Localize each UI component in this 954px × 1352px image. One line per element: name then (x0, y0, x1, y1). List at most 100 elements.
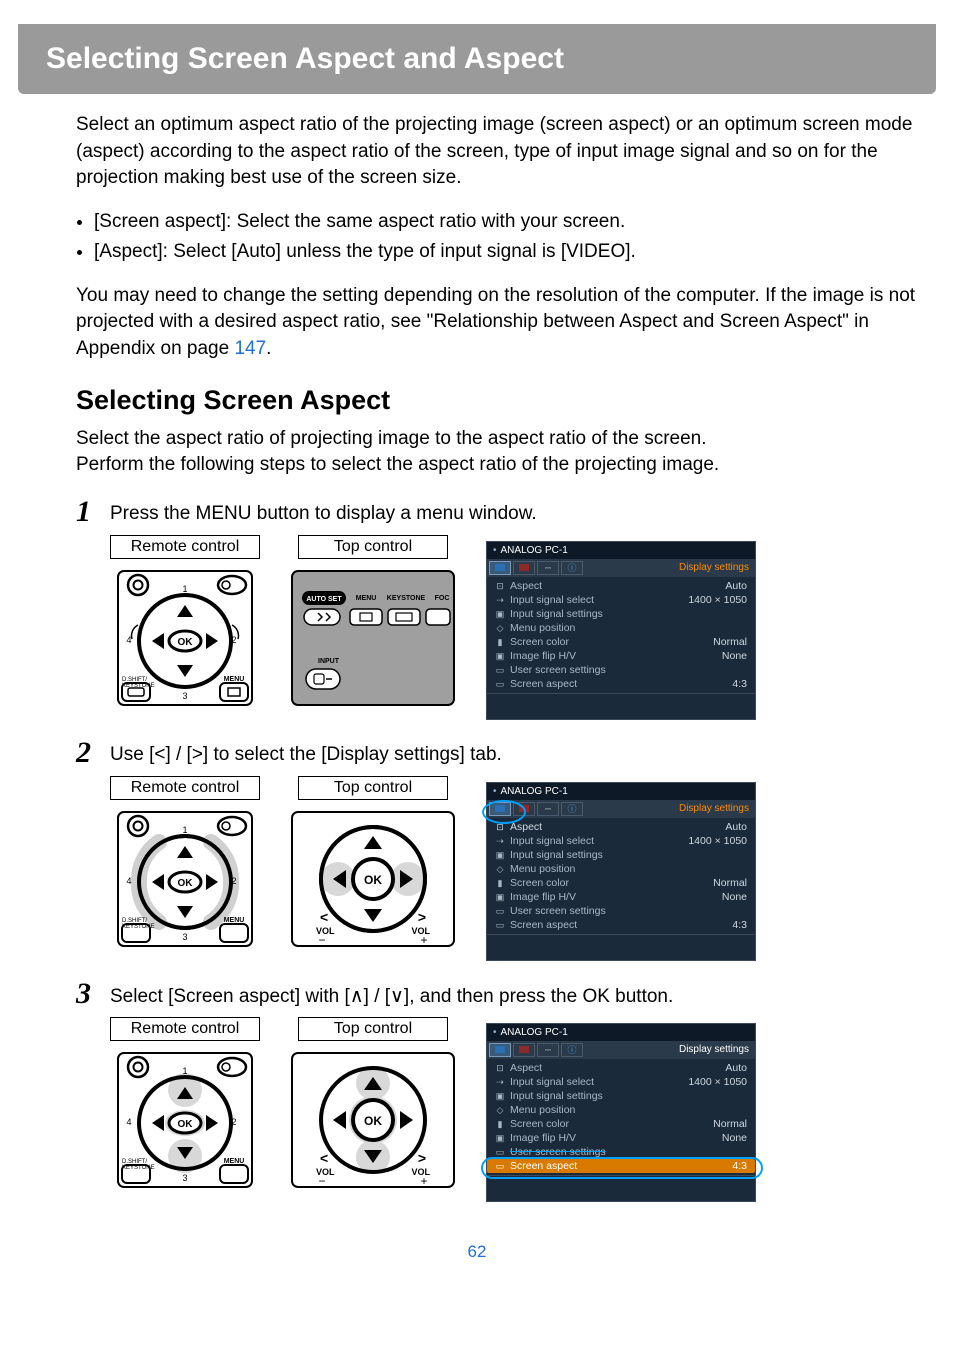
osd-item: ▮Screen colorNormal (487, 635, 755, 649)
svg-text:OK: OK (178, 1119, 194, 1130)
osd-tab-2 (513, 561, 535, 575)
osd-tab-3: ⎓ (537, 561, 559, 575)
svg-text:3: 3 (182, 1173, 187, 1183)
remote-control-block: Remote control OK 1 2 3 4 D.SHIFT/ (110, 535, 260, 713)
menu-screenshot-1: • ANALOG PC-1 ⎓ ⓘ Display settings ⊡Aspe… (486, 535, 756, 720)
step-1: 1 Press the MENU button to display a men… (76, 497, 918, 527)
svg-text:+: + (420, 933, 427, 947)
top-label: Top control (298, 535, 448, 559)
osd-tab-2 (513, 1043, 535, 1057)
svg-text:>: > (418, 909, 426, 925)
osd-tab-row: ⎓ ⓘ Display settings (487, 800, 755, 818)
svg-text:2: 2 (231, 1117, 236, 1127)
osd-item: ▣Input signal settings (487, 607, 755, 621)
osd-item: ◇Menu position (487, 862, 755, 876)
svg-text:3: 3 (182, 691, 187, 701)
svg-text:INPUT: INPUT (318, 658, 340, 665)
svg-text:>: > (418, 1150, 426, 1166)
osd-tab-4: ⓘ (561, 802, 583, 816)
remote-control-lr-icon: OK 1 2 3 4 D.SHIFT/ KEYSTONE MENU (110, 804, 260, 954)
osd-header: • ANALOG PC-1 (487, 783, 755, 800)
osd-tab-1 (489, 802, 511, 816)
paragraph-appendix: You may need to change the setting depen… (76, 283, 918, 363)
osd-item: ▭User screen settings (487, 663, 755, 677)
bullet-list: [Screen aspect]: Select the same aspect … (94, 208, 918, 267)
svg-text:−: − (318, 1174, 325, 1188)
bullet-rest: : Select the same aspect ratio with your… (226, 211, 625, 232)
top-control-block: Top control OK VOL − VOL + < > (288, 1017, 458, 1195)
svg-text:KEYSTONE: KEYSTONE (122, 683, 155, 689)
osd-menu: • ANALOG PC-1 ⎓ ⓘ Display settings ⊡Aspe… (486, 782, 756, 961)
osd-item: ◇Menu position (487, 621, 755, 635)
svg-text:KEYSTONE: KEYSTONE (387, 595, 426, 602)
svg-text:4: 4 (126, 635, 131, 645)
osd-item: ⊡AspectAuto (487, 1061, 755, 1075)
svg-text:2: 2 (231, 635, 236, 645)
bullet-rest: : Select [Auto] unless the type of input… (163, 241, 636, 262)
top-label: Top control (298, 1017, 448, 1041)
osd-item: ▭User screen settings (487, 904, 755, 918)
svg-text:<: < (320, 909, 328, 925)
svg-text:OK: OK (364, 873, 382, 887)
menu-screenshot-3: • ANALOG PC-1 ⎓ ⓘ Display settings ⊡Aspe… (486, 1017, 756, 1202)
osd-menu: • ANALOG PC-1 ⎓ ⓘ Display settings ⊡Aspe… (486, 541, 756, 720)
osd-item: ◇Menu position (487, 1103, 755, 1117)
svg-text:4: 4 (126, 876, 131, 886)
osd-source: ANALOG PC-1 (501, 545, 568, 556)
svg-text:MENU: MENU (224, 917, 245, 924)
section-intro: Select the aspect ratio of projecting im… (76, 426, 918, 479)
page-link-147[interactable]: 147 (234, 338, 266, 359)
osd-item: ▣Image flip H/VNone (487, 890, 755, 904)
bullet-lead: [Screen aspect] (94, 211, 226, 232)
osd-footer (487, 693, 755, 719)
remote-control-ud-icon: OK 1 2 3 4 D.SHIFT/ KEYSTONE MENU (110, 1045, 260, 1195)
step-text: Use [<] / [>] to select the [Display set… (110, 738, 502, 766)
svg-text:3: 3 (182, 932, 187, 942)
step-number: 2 (76, 738, 110, 768)
page-number: 62 (0, 1242, 954, 1262)
osd-header: • ANALOG PC-1 (487, 542, 755, 559)
intro-paragraph: Select an optimum aspect ratio of the pr… (76, 112, 918, 192)
svg-text:4: 4 (126, 1117, 131, 1127)
list-item: [Screen aspect]: Select the same aspect … (94, 208, 918, 237)
menu-screenshot-2: • ANALOG PC-1 ⎓ ⓘ Display settings ⊡Aspe… (486, 776, 756, 961)
step-text: Select [Screen aspect] with [∧] / [∨], a… (110, 979, 673, 1008)
osd-item-selected: ▭Screen aspect4:3 (487, 1159, 755, 1173)
svg-text:2: 2 (231, 876, 236, 886)
step-number: 1 (76, 497, 110, 527)
osd-tab-4: ⓘ (561, 1043, 583, 1057)
svg-text:1: 1 (182, 584, 187, 594)
svg-text:<: < (320, 1150, 328, 1166)
remote-control-block: Remote control OK 1 2 3 4 D.SHIFT/ KEYST… (110, 1017, 260, 1195)
osd-item: ⇢Input signal select1400 × 1050 (487, 593, 755, 607)
top-control-nav-icon: OK VOL − VOL + < > (288, 804, 458, 954)
svg-text:FOC: FOC (435, 595, 450, 602)
text-span: . (266, 338, 271, 359)
osd-item: ⊡AspectAuto (487, 820, 755, 834)
svg-text:MENU: MENU (224, 1158, 245, 1165)
osd-item: ▮Screen colorNormal (487, 1117, 755, 1131)
osd-list: ⊡AspectAuto ⇢Input signal select1400 × 1… (487, 818, 755, 934)
svg-text:KEYSTONE: KEYSTONE (122, 924, 155, 930)
osd-list: ⊡AspectAuto ⇢Input signal select1400 × 1… (487, 1059, 755, 1175)
svg-text:OK: OK (364, 1114, 382, 1128)
step-3-figures: Remote control OK 1 2 3 4 D.SHIFT/ KEYST… (110, 1017, 918, 1202)
list-item: [Aspect]: Select [Auto] unless the type … (94, 238, 918, 267)
svg-text:+: + (420, 1174, 427, 1188)
step-number: 3 (76, 979, 110, 1009)
top-control-block: Top control OK VOL − VOL + < > (288, 776, 458, 954)
osd-footer (487, 934, 755, 960)
remote-control-icon: OK 1 2 3 4 D.SHIFT/ KEYSTONE MENU (110, 563, 260, 713)
page-title-bar: Selecting Screen Aspect and Aspect (18, 24, 936, 94)
svg-text:AUTO SET: AUTO SET (306, 596, 342, 603)
step-1-figures: Remote control OK 1 2 3 4 D.SHIFT/ (110, 535, 918, 720)
page-title: Selecting Screen Aspect and Aspect (46, 42, 564, 75)
step-3: 3 Select [Screen aspect] with [∧] / [∨],… (76, 979, 918, 1009)
text-span: You may need to change the setting depen… (76, 285, 915, 359)
osd-tab-title: Display settings (679, 1044, 753, 1055)
svg-text:MENU: MENU (224, 676, 245, 683)
osd-source: ANALOG PC-1 (501, 786, 568, 797)
osd-tab-1 (489, 561, 511, 575)
svg-text:1: 1 (182, 1066, 187, 1076)
osd-tab-3: ⎓ (537, 1043, 559, 1057)
